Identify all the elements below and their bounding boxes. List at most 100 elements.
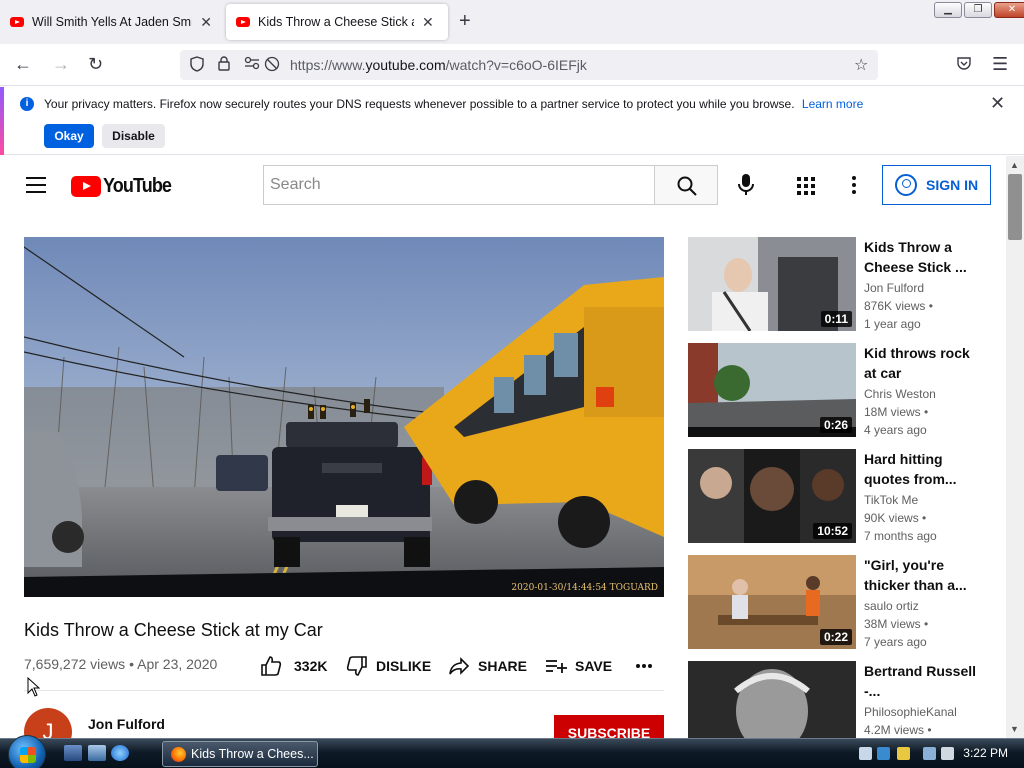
recommendation-channel[interactable]: PhilosophieKanal bbox=[864, 705, 957, 719]
youtube-logo[interactable]: YouTube bbox=[71, 175, 179, 198]
shield-icon[interactable] bbox=[190, 56, 204, 75]
learn-more-link[interactable]: Learn more bbox=[802, 97, 863, 111]
okay-button[interactable]: Okay bbox=[44, 124, 94, 148]
system-tray: 3:22 PM bbox=[855, 739, 1024, 768]
url-prefix: https://www. bbox=[290, 57, 366, 73]
sign-in-label: SIGN IN bbox=[926, 177, 979, 193]
scroll-up-arrow-icon[interactable]: ▲ bbox=[1010, 160, 1019, 170]
save-label: SAVE bbox=[575, 658, 613, 674]
search-icon bbox=[677, 176, 697, 196]
channel-name[interactable]: Jon Fulford bbox=[88, 716, 165, 732]
share-button[interactable]: SHARE bbox=[448, 654, 527, 678]
pocket-icon[interactable] bbox=[956, 55, 972, 76]
start-orb-icon[interactable] bbox=[8, 735, 46, 768]
tray-app-icon[interactable] bbox=[859, 747, 872, 760]
dns-notification-bar: i Your privacy matters. Firefox now secu… bbox=[0, 87, 1024, 155]
new-tab-plus-icon[interactable]: + bbox=[459, 10, 471, 33]
video-duration: 0:11 bbox=[820, 311, 852, 327]
tab-title: Will Smith Yells At Jaden Smith bbox=[32, 15, 193, 29]
close-notification-icon[interactable]: ✕ bbox=[990, 93, 1005, 114]
info-icon: i bbox=[20, 97, 34, 111]
settings-kebab-icon[interactable] bbox=[852, 176, 856, 197]
apps-grid-icon[interactable] bbox=[797, 177, 815, 195]
scrollbar-thumb[interactable] bbox=[1008, 174, 1022, 240]
guide-menu-icon[interactable] bbox=[26, 177, 46, 193]
account-circle-icon bbox=[895, 174, 917, 196]
url-text[interactable]: https://www.youtube.com/watch?v=c6oO-6IE… bbox=[290, 57, 587, 73]
recommendation-item[interactable]: 0:11 Kids Throw a Cheese Stick ... Jon F… bbox=[688, 237, 988, 331]
recommendation-title[interactable]: Kids Throw a Cheese Stick ... bbox=[864, 237, 978, 277]
taskbar-window-title: Kids Throw a Chees... bbox=[191, 747, 314, 761]
playlist-add-icon bbox=[546, 660, 567, 673]
tray-app-icon[interactable] bbox=[877, 747, 890, 760]
recommendation-channel[interactable]: TikTok Me bbox=[864, 493, 918, 507]
recommendation-views: 90K views • bbox=[864, 511, 927, 525]
windows-taskbar: Kids Throw a Chees... 3:22 PM bbox=[0, 735, 1024, 768]
recommendation-views: 876K views • bbox=[864, 299, 933, 313]
network-icon[interactable] bbox=[923, 747, 936, 760]
more-actions-icon[interactable] bbox=[636, 654, 660, 678]
recommendation-item[interactable]: 0:22 "Girl, you're thicker than a... sau… bbox=[688, 555, 988, 649]
recommendation-item[interactable]: Bertrand Russell -... PhilosophieKanal 4… bbox=[688, 661, 988, 738]
recommendation-channel[interactable]: Jon Fulford bbox=[864, 281, 924, 295]
firefox-icon bbox=[171, 747, 186, 762]
page-scrollbar[interactable]: ▲ ▼ bbox=[1006, 156, 1024, 738]
forward-arrow-icon[interactable]: → bbox=[52, 54, 70, 75]
bookmark-star-icon[interactable]: ☆ bbox=[854, 55, 868, 75]
back-arrow-icon[interactable]: ← bbox=[14, 54, 32, 75]
notification-message: Your privacy matters. Firefox now secure… bbox=[44, 97, 863, 111]
volume-muted-icon[interactable] bbox=[941, 747, 954, 760]
video-title: Kids Throw a Cheese Stick at my Car bbox=[24, 620, 323, 640]
switch-windows-icon[interactable] bbox=[88, 745, 106, 761]
browser-tab-cheese-stick[interactable]: Kids Throw a Cheese Stick at my ✕ bbox=[226, 4, 448, 40]
microphone-icon[interactable] bbox=[736, 173, 756, 202]
url-domain: youtube.com bbox=[365, 57, 446, 73]
dislike-button[interactable]: DISLIKE bbox=[346, 654, 431, 678]
permissions-icon[interactable] bbox=[244, 56, 260, 73]
search-button[interactable] bbox=[654, 165, 718, 205]
show-desktop-icon[interactable] bbox=[64, 745, 82, 761]
video-player[interactable]: 2020-01-30/14:44:54 TOGUARD bbox=[24, 237, 664, 597]
recommendation-age: 4 years ago bbox=[864, 423, 927, 437]
recommendation-item[interactable]: 10:52 Hard hitting quotes from... TikTok… bbox=[688, 449, 988, 543]
tab-close-icon[interactable]: ✕ bbox=[422, 14, 434, 31]
menu-hamburger-icon[interactable]: ☰ bbox=[992, 54, 1008, 75]
like-count: 332K bbox=[294, 658, 328, 674]
recommendation-title[interactable]: Kid throws rock at car bbox=[864, 343, 978, 383]
recommendation-title[interactable]: Hard hitting quotes from... bbox=[864, 449, 978, 489]
video-thumbnail[interactable]: 0:11 bbox=[688, 237, 856, 331]
recommendation-channel[interactable]: Chris Weston bbox=[864, 387, 936, 401]
minimize-window-icon[interactable]: ▁ bbox=[934, 2, 962, 18]
disable-button[interactable]: Disable bbox=[102, 124, 165, 148]
thumbs-up-icon bbox=[261, 656, 282, 676]
dashcam-timestamp: 2020-01-30/14:44:54 TOGUARD bbox=[511, 583, 658, 593]
autoplay-blocked-icon[interactable] bbox=[264, 56, 280, 75]
recommendation-title[interactable]: Bertrand Russell -... bbox=[864, 661, 978, 701]
taskbar-firefox-window[interactable]: Kids Throw a Chees... bbox=[162, 741, 318, 767]
recommendation-title[interactable]: "Girl, you're thicker than a... bbox=[864, 555, 978, 595]
divider bbox=[24, 690, 664, 691]
reload-icon[interactable]: ↻ bbox=[88, 54, 103, 75]
close-window-icon[interactable]: ✕ bbox=[994, 2, 1024, 18]
sign-in-button[interactable]: SIGN IN bbox=[882, 165, 991, 205]
like-button[interactable]: 332K bbox=[260, 654, 327, 678]
recommendation-channel[interactable]: saulo ortiz bbox=[864, 599, 919, 613]
video-thumbnail[interactable] bbox=[688, 661, 856, 738]
browser-tab-will-smith[interactable]: Will Smith Yells At Jaden Smith ✕ bbox=[0, 4, 222, 40]
scroll-down-arrow-icon[interactable]: ▼ bbox=[1010, 724, 1019, 734]
recommendation-item[interactable]: 0:26 Kid throws rock at car Chris Weston… bbox=[688, 343, 988, 437]
restore-window-icon[interactable]: ❐ bbox=[964, 2, 992, 18]
url-bar[interactable]: https://www.youtube.com/watch?v=c6oO-6IE… bbox=[180, 50, 878, 80]
tab-close-icon[interactable]: ✕ bbox=[200, 14, 212, 31]
search-input[interactable]: Search bbox=[263, 165, 655, 205]
tray-app-icon[interactable] bbox=[897, 747, 910, 760]
video-thumbnail[interactable]: 0:22 bbox=[688, 555, 856, 649]
taskbar-clock[interactable]: 3:22 PM bbox=[963, 746, 1008, 760]
video-thumbnail[interactable]: 10:52 bbox=[688, 449, 856, 543]
video-frame bbox=[24, 237, 664, 597]
save-button[interactable]: SAVE bbox=[545, 654, 612, 678]
lock-icon[interactable] bbox=[218, 56, 230, 74]
video-thumbnail[interactable]: 0:26 bbox=[688, 343, 856, 437]
internet-explorer-icon[interactable] bbox=[111, 745, 129, 761]
share-arrow-icon bbox=[449, 657, 470, 675]
